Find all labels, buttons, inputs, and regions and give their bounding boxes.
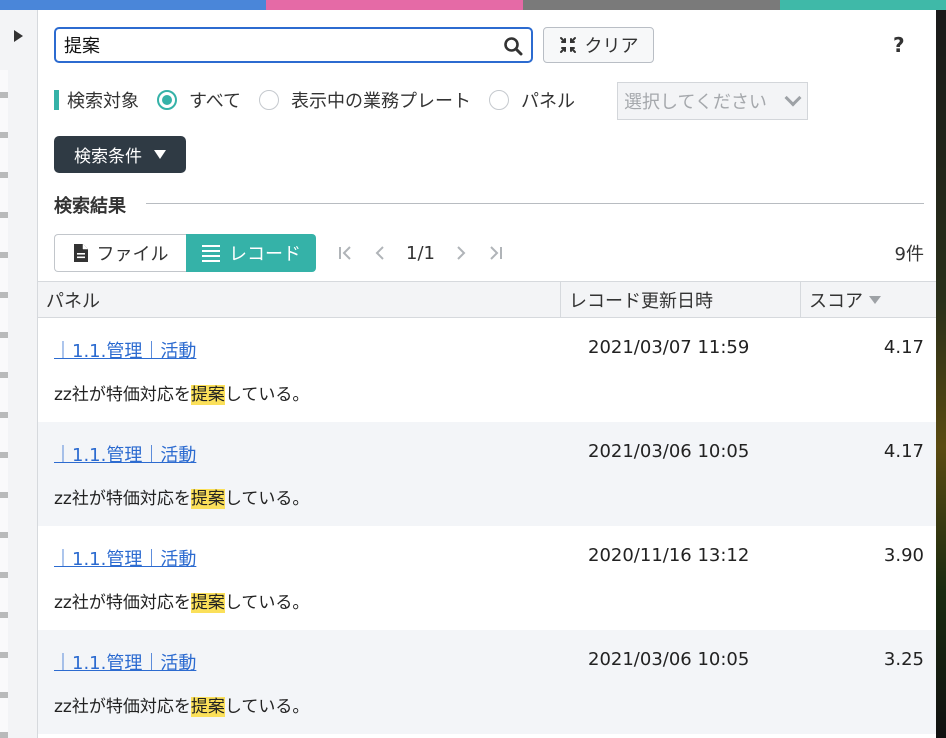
snippet-text: している。 <box>224 593 310 613</box>
column-header-updated[interactable]: レコード更新日時 <box>561 282 801 317</box>
record-score: 4.17 <box>883 441 924 462</box>
expand-panel-icon[interactable] <box>14 30 23 42</box>
record-updated-date: 2021/03/06 10:05 <box>588 649 750 670</box>
record-snippet: zz社が特価対応を提案している。 <box>54 588 309 613</box>
background-content-strip <box>0 70 8 738</box>
last-page-icon[interactable] <box>487 245 503 261</box>
column-header-panel-label: パネル <box>46 290 100 312</box>
help-icon[interactable]: ? <box>893 33 905 57</box>
snippet-highlight: 提案 <box>190 697 225 717</box>
search-conditions-label: 検索条件 <box>74 147 142 167</box>
record-path-link[interactable]: ｜1.1.管理｜活動 <box>54 441 196 467</box>
search-conditions-button[interactable]: 検索条件 <box>54 136 186 173</box>
search-target-label: 検索対象 <box>67 91 139 112</box>
stripe-segment <box>523 0 780 10</box>
record-path-link[interactable]: ｜1.1.管理｜活動 <box>54 337 196 363</box>
list-icon <box>202 245 220 262</box>
table-row[interactable]: ｜1.1.管理｜活動 2020/11/16 13:12 3.90 zz社が特価対… <box>38 526 936 630</box>
first-page-icon[interactable] <box>338 245 354 261</box>
record-path-link[interactable]: ｜1.1.管理｜活動 <box>54 649 196 675</box>
radio-visible-plates[interactable]: 表示中の業務プレート <box>259 87 471 113</box>
result-count: 9件 <box>894 244 924 265</box>
left-collapsed-rail <box>0 10 38 738</box>
record-snippet: zz社が特価対応を提案している。 <box>54 484 309 509</box>
snippet-text: している。 <box>224 697 310 717</box>
view-file-label: ファイル <box>96 244 169 265</box>
column-header-score[interactable]: スコア <box>801 282 936 317</box>
view-file-button[interactable]: ファイル <box>54 234 186 272</box>
search-target-row: 検索対象 すべて 表示中の業務プレート パネル <box>54 82 575 118</box>
file-icon <box>73 244 88 262</box>
snippet-text: zz社が特価対応を <box>54 385 191 405</box>
top-color-stripe <box>0 0 946 10</box>
view-record-label: レコード <box>229 244 301 265</box>
caret-down-icon <box>154 150 166 159</box>
record-score: 3.25 <box>883 649 924 670</box>
next-page-icon[interactable] <box>455 245 467 261</box>
record-updated-date: 2021/03/06 10:05 <box>588 441 750 462</box>
radio-all-label: すべて <box>189 91 242 112</box>
snippet-text: zz社が特価対応を <box>54 697 191 717</box>
collapse-arrows-icon <box>559 37 576 53</box>
radio-panel[interactable]: パネル <box>489 87 575 113</box>
snippet-text: している。 <box>224 385 310 405</box>
clear-button[interactable]: クリア <box>543 27 654 63</box>
snippet-text: zz社が特価対応を <box>54 489 191 509</box>
snippet-highlight: 提案 <box>190 385 225 405</box>
page-indicator: 1/1 <box>406 242 435 264</box>
radio-panel-label: パネル <box>521 91 576 112</box>
results-heading: 検索結果 <box>54 196 126 217</box>
table-row[interactable]: ｜1.1.管理｜活動 2021/03/06 10:05 4.17 zz社が特価対… <box>38 422 936 526</box>
panel-select[interactable]: 選択してください <box>617 82 808 120</box>
column-header-updated-label: レコード更新日時 <box>569 290 713 312</box>
radio-panel-indicator[interactable] <box>489 90 510 110</box>
section-marker <box>54 90 59 110</box>
background-image-edge <box>936 10 946 738</box>
record-updated-date: 2020/11/16 13:12 <box>588 545 750 566</box>
clear-button-label: クリア <box>584 36 639 57</box>
prev-page-icon[interactable] <box>374 245 386 261</box>
radio-all-indicator[interactable] <box>157 90 177 110</box>
search-field[interactable] <box>54 27 533 63</box>
dropdown-chevron-icon <box>784 89 802 107</box>
view-toggle: ファイル レコード <box>54 234 316 272</box>
snippet-text: zz社が特価対応を <box>54 593 191 613</box>
record-updated-date: 2021/03/07 11:59 <box>588 337 750 358</box>
table-row[interactable]: ｜1.1.管理｜活動 2021/03/07 11:59 4.17 zz社が特価対… <box>38 318 936 422</box>
snippet-highlight: 提案 <box>190 489 225 509</box>
record-score: 4.17 <box>883 337 924 358</box>
stripe-segment <box>266 0 523 10</box>
results-table-body: ｜1.1.管理｜活動 2021/03/07 11:59 4.17 zz社が特価対… <box>38 318 936 734</box>
view-record-button[interactable]: レコード <box>186 234 316 272</box>
search-input[interactable] <box>64 34 484 56</box>
table-row[interactable]: ｜1.1.管理｜活動 2021/03/06 10:05 3.25 zz社が特価対… <box>38 630 936 734</box>
results-table-header: パネル レコード更新日時 スコア <box>38 281 936 318</box>
radio-visible-plates-label: 表示中の業務プレート <box>291 91 472 112</box>
results-divider <box>146 203 924 204</box>
radio-visible-plates-indicator[interactable] <box>259 90 280 110</box>
column-header-panel[interactable]: パネル <box>38 282 561 317</box>
column-header-score-label: スコア <box>809 290 863 312</box>
pagination: 1/1 <box>338 240 503 266</box>
stripe-segment <box>0 0 266 10</box>
stripe-segment <box>780 0 946 10</box>
record-snippet: zz社が特価対応を提案している。 <box>54 692 309 717</box>
radio-all[interactable]: すべて <box>157 87 241 113</box>
panel-select-placeholder: 選択してください <box>624 92 767 113</box>
sort-desc-icon <box>869 295 881 304</box>
snippet-highlight: 提案 <box>190 593 225 613</box>
snippet-text: している。 <box>224 489 310 509</box>
record-score: 3.90 <box>883 545 924 566</box>
record-snippet: zz社が特価対応を提案している。 <box>54 380 309 405</box>
search-icon[interactable] <box>503 36 523 56</box>
record-path-link[interactable]: ｜1.1.管理｜活動 <box>54 545 196 571</box>
